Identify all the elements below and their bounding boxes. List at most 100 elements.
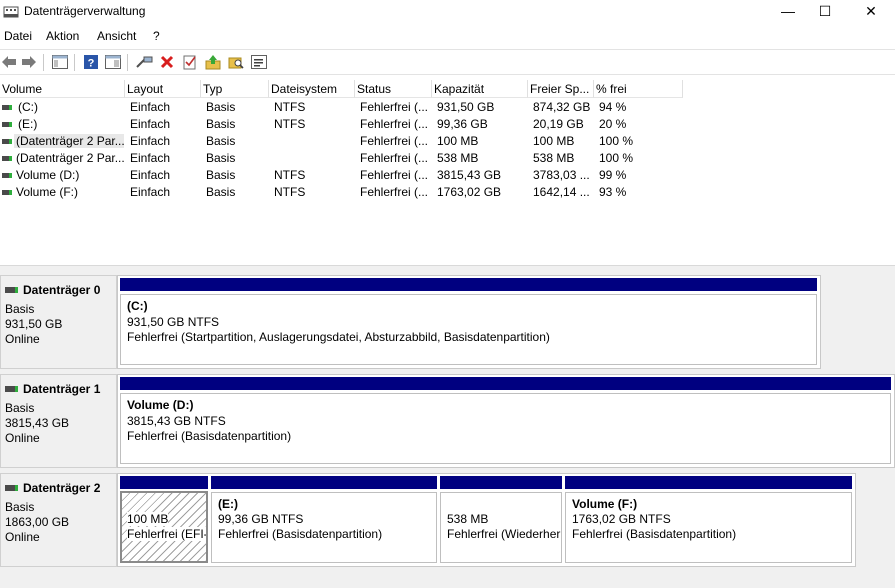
- delete-button[interactable]: [158, 53, 176, 71]
- menu-ansicht[interactable]: Ansicht: [97, 29, 136, 43]
- disk-1-label[interactable]: Datenträger 1 Basis 3815,43 GB Online: [0, 374, 117, 468]
- search-folder-button[interactable]: [227, 53, 245, 71]
- cell-typ: Basis: [206, 151, 236, 165]
- partition-efi-size: 100 MB: [127, 512, 169, 526]
- task-pane-icon: [251, 55, 267, 69]
- delete-icon: [160, 55, 174, 69]
- partition-d-size: 3815,43 GB NTFS: [127, 414, 226, 428]
- column-header-kapazitaet[interactable]: Kapazität: [432, 80, 528, 98]
- disk-0-partitions: (C:) 931,50 GB NTFS Fehlerfrei (Startpar…: [117, 275, 821, 369]
- disk-2-partitions: 100 MB Fehlerfrei (EFI- (E:) 99,36 GB NT…: [117, 473, 856, 567]
- column-header-prozent-frei[interactable]: % frei: [594, 80, 683, 98]
- table-row[interactable]: Volume (D:) Einfach Basis NTFS Fehlerfre…: [0, 167, 895, 184]
- cell-kapazitaet: 99,36 GB: [437, 117, 488, 131]
- partition-e-title: (E:): [218, 497, 238, 511]
- help-icon: ?: [84, 55, 98, 70]
- partition-f[interactable]: Volume (F:) 1763,02 GB NTFS Fehlerfrei (…: [565, 492, 852, 563]
- partition-e-size: 99,36 GB NTFS: [218, 512, 304, 526]
- import-up-button[interactable]: [204, 53, 222, 71]
- properties-view-button[interactable]: [104, 53, 122, 71]
- cell-prozent-frei: 100 %: [599, 134, 634, 148]
- table-row[interactable]: Volume (F:) Einfach Basis NTFS Fehlerfre…: [0, 184, 895, 201]
- partition-e[interactable]: (E:) 99,36 GB NTFS Fehlerfrei (Basisdate…: [211, 492, 437, 563]
- volume-list[interactable]: Volume Layout Typ Dateisystem Status Kap…: [0, 80, 895, 265]
- title-bar[interactable]: Datenträgerverwaltung — ☐ ✕: [0, 0, 895, 24]
- column-header-dateisystem[interactable]: Dateisystem: [269, 80, 355, 98]
- partition-c-status: Fehlerfrei (Startpartition, Auslagerungs…: [127, 330, 550, 344]
- task-pane-button[interactable]: [250, 53, 268, 71]
- column-header-layout[interactable]: Layout: [125, 80, 201, 98]
- cell-freier-speicher: 874,32 GB: [533, 100, 591, 114]
- cell-status: Fehlerfrei (...: [360, 117, 429, 131]
- console-tree-button[interactable]: [51, 53, 69, 71]
- disk-1-state: Online: [5, 431, 40, 445]
- partition-c[interactable]: (C:) 931,50 GB NTFS Fehlerfrei (Startpar…: [120, 294, 817, 365]
- properties-view-icon: [105, 55, 121, 69]
- table-row[interactable]: (Datenträger 2 Par... Einfach Basis Fehl…: [0, 150, 895, 167]
- partition-bar-e: [211, 476, 437, 489]
- cell-freier-speicher: 100 MB: [533, 134, 575, 148]
- table-row[interactable]: (E:) Einfach Basis NTFS Fehlerfrei (... …: [0, 116, 895, 133]
- partition-recovery-size: 538 MB: [447, 512, 489, 526]
- search-folder-icon: [228, 57, 244, 69]
- forward-button[interactable]: [20, 53, 38, 71]
- partition-recovery[interactable]: 538 MB Fehlerfrei (Wiederher: [440, 492, 562, 563]
- cell-volume: (C:): [18, 100, 38, 114]
- cell-dateisystem: NTFS: [274, 117, 306, 131]
- connect-disk-button[interactable]: [135, 53, 153, 71]
- disk-0-name: Datenträger 0: [5, 283, 100, 297]
- menu-bar: Datei Aktion Ansicht ?: [0, 26, 895, 46]
- cell-status: Fehlerfrei (...: [360, 134, 429, 148]
- disk-2-state: Online: [5, 530, 40, 544]
- menu-help[interactable]: ?: [153, 29, 160, 43]
- cell-layout: Einfach: [130, 185, 171, 199]
- toolbar: ?: [0, 49, 895, 75]
- help-button[interactable]: ?: [82, 53, 100, 71]
- menu-aktion[interactable]: Aktion: [46, 29, 79, 43]
- menu-datei[interactable]: Datei: [4, 29, 32, 43]
- close-button[interactable]: ✕: [848, 0, 894, 22]
- disk-0-label[interactable]: Datenträger 0 Basis 931,50 GB Online: [0, 275, 117, 369]
- column-header-volume[interactable]: Volume: [0, 80, 125, 98]
- partition-bar-f: [565, 476, 852, 489]
- disk-2-name: Datenträger 2: [5, 481, 100, 495]
- cell-kapazitaet: 3815,43 GB: [437, 168, 502, 182]
- column-header-status[interactable]: Status: [355, 80, 432, 98]
- check-properties-button[interactable]: [181, 53, 199, 71]
- volume-icon: [2, 122, 12, 127]
- table-row[interactable]: (C:) Einfach Basis NTFS Fehlerfrei (... …: [0, 99, 895, 116]
- cell-typ: Basis: [206, 100, 236, 114]
- cell-typ: Basis: [206, 168, 236, 182]
- maximize-icon: ☐: [818, 2, 832, 19]
- disk-0-size: 931,50 GB: [5, 317, 63, 331]
- partition-f-size: 1763,02 GB NTFS: [572, 512, 671, 526]
- disk-2-type: Basis: [5, 500, 35, 514]
- disk-2-label[interactable]: Datenträger 2 Basis 1863,00 GB Online: [0, 473, 117, 567]
- cell-prozent-frei: 20 %: [599, 117, 627, 131]
- cell-volume: (Datenträger 2 Par...: [14, 134, 124, 148]
- cell-typ: Basis: [206, 117, 236, 131]
- cell-freier-speicher: 1642,14 ...: [533, 185, 590, 199]
- volume-icon: [2, 190, 12, 195]
- column-header-freier-speicher[interactable]: Freier Sp...: [528, 80, 594, 98]
- volume-icon: [2, 156, 12, 161]
- cell-layout: Einfach: [130, 151, 171, 165]
- disk-1-type: Basis: [5, 401, 35, 415]
- back-button[interactable]: [0, 53, 18, 71]
- partition-d-status: Fehlerfrei (Basisdatenpartition): [127, 429, 292, 443]
- table-row[interactable]: (Datenträger 2 Par... Einfach Basis Fehl…: [0, 133, 895, 150]
- partition-d[interactable]: Volume (D:) 3815,43 GB NTFS Fehlerfrei (…: [120, 393, 891, 464]
- partition-c-size: 931,50 GB NTFS: [127, 315, 220, 329]
- cell-volume: (E:): [18, 117, 38, 131]
- partition-efi[interactable]: 100 MB Fehlerfrei (EFI-: [120, 491, 208, 563]
- maximize-button[interactable]: ☐: [802, 0, 848, 22]
- volume-icon: [2, 105, 12, 110]
- column-header-typ[interactable]: Typ: [201, 80, 269, 98]
- partition-bar-c: [120, 278, 817, 291]
- back-arrow-icon: [2, 56, 16, 68]
- disk-icon: [5, 287, 18, 293]
- disk-graphical-view: Datenträger 0 Basis 931,50 GB Online (C:…: [0, 270, 895, 588]
- cell-status: Fehlerfrei (...: [360, 185, 429, 199]
- cell-kapazitaet: 538 MB: [437, 151, 479, 165]
- cell-layout: Einfach: [130, 134, 171, 148]
